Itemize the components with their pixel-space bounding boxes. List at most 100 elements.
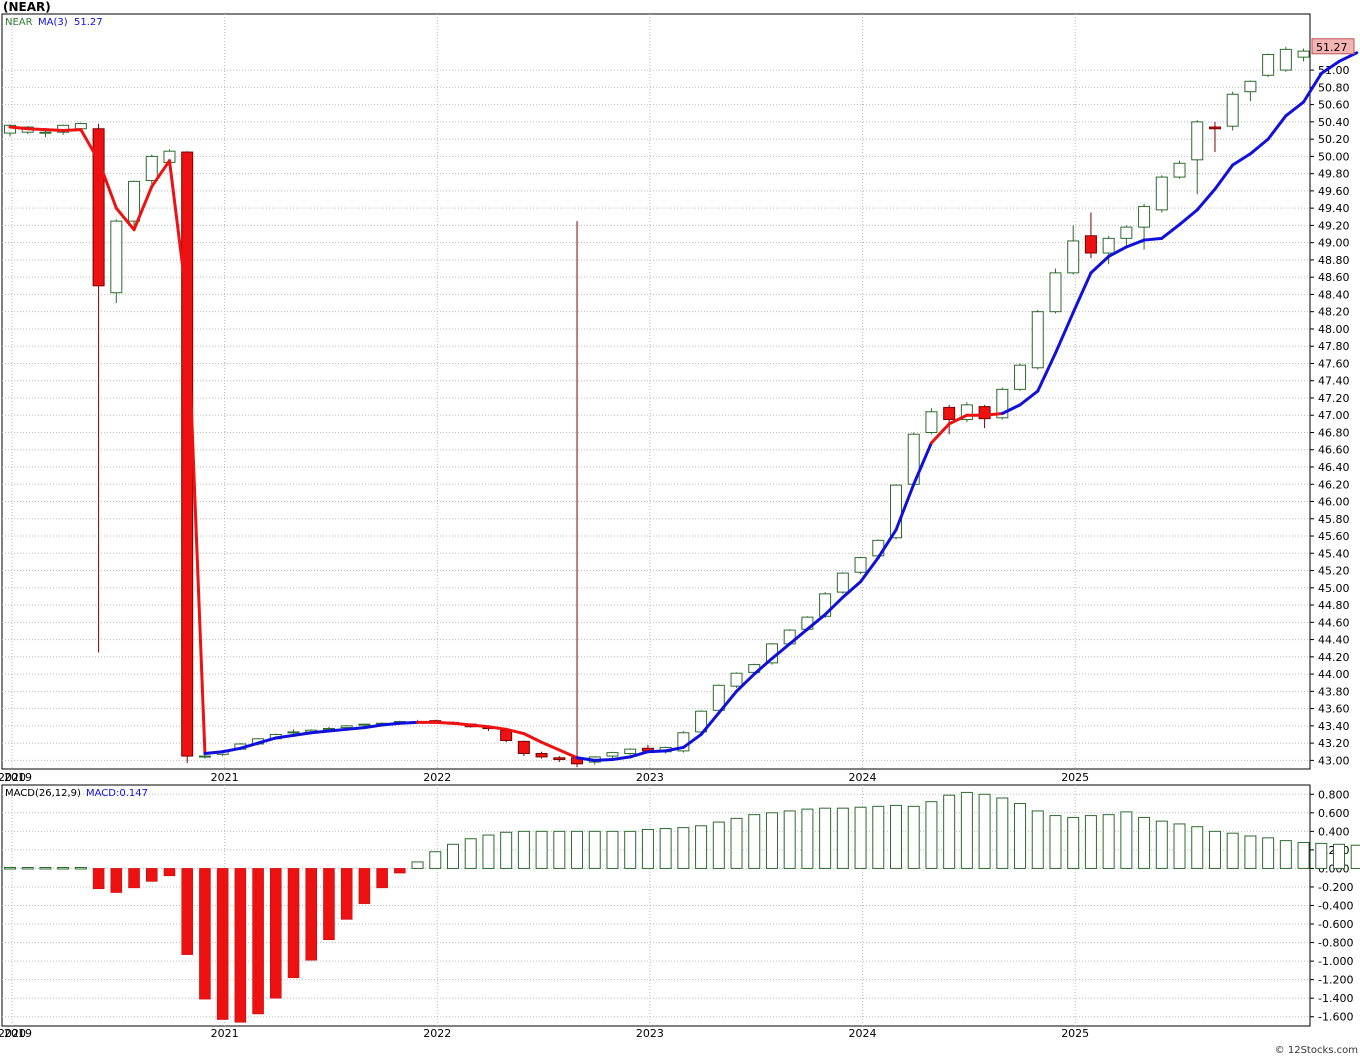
macd-bar (925, 801, 938, 869)
macd-x-label: 2025 (1061, 1027, 1089, 1040)
macd-bar (819, 807, 832, 869)
candle-body (1173, 162, 1186, 178)
ma-segment (380, 721, 402, 727)
macd-bar (146, 868, 158, 882)
price-tick-label: 48.20 (1318, 306, 1350, 319)
price-tick-label: 46.40 (1318, 461, 1350, 474)
macd-bar (305, 868, 317, 961)
candle-body (1138, 205, 1151, 228)
macd-bar (677, 827, 690, 869)
macd-bar (57, 866, 70, 870)
price-x-label: 2024 (849, 771, 877, 784)
price-legend: NEAR MA(3) 51.27 (5, 17, 103, 28)
macd-x-label: 2022 (423, 1027, 451, 1040)
candle-body (943, 406, 956, 421)
macd-bar (748, 814, 761, 869)
macd-bar (1350, 844, 1360, 869)
price-tick-label: 45.40 (1318, 547, 1350, 560)
candle (1279, 46, 1292, 72)
candle-body (606, 752, 619, 757)
macd-x-label: 2023 (636, 1027, 664, 1040)
price-tick-label: 46.80 (1318, 426, 1350, 439)
macd-bar (695, 825, 708, 869)
macd-tick-label: -0.800 (1318, 937, 1353, 950)
candle-body (39, 131, 52, 134)
price-tick-label: 44.80 (1318, 599, 1350, 612)
macd-bar (1014, 803, 1027, 869)
price-tick-label: 44.00 (1318, 668, 1350, 681)
macd-bar (712, 821, 725, 869)
price-tick-label: 48.60 (1318, 271, 1350, 284)
candle (960, 402, 973, 423)
macd-bar (1031, 810, 1044, 869)
macd-bar (765, 812, 778, 869)
candle-body (925, 411, 938, 433)
price-tick-label: 46.60 (1318, 444, 1350, 457)
macd-bar (482, 834, 495, 869)
price-tick-label: 49.40 (1318, 202, 1350, 215)
candle-body (1031, 311, 1044, 369)
candle-body (624, 748, 637, 754)
price-tick-label: 50.80 (1318, 81, 1350, 94)
candle (1049, 268, 1062, 314)
price-tick-label: 43.20 (1318, 737, 1350, 750)
macd-bar (376, 868, 388, 889)
price-x-label: 2021 (211, 771, 239, 784)
macd-bar (801, 808, 814, 869)
price-x-axis: 20192020 2021 2022 2023 2024 2025 (0, 768, 1310, 784)
macd-bar (340, 868, 353, 920)
price-x-label: 2022 (423, 771, 451, 784)
price-plot-area (1, 13, 1311, 770)
macd-bar (1262, 837, 1275, 869)
ma-segment (26, 127, 47, 132)
ma-segment (43, 128, 65, 132)
price-tick-label: 48.80 (1318, 254, 1350, 267)
candle (517, 740, 530, 757)
macd-x-label: 2024 (849, 1027, 877, 1040)
price-tick-label: 47.80 (1318, 340, 1350, 353)
candle-body (978, 406, 991, 420)
macd-bar (1208, 830, 1221, 869)
candle-body (1297, 50, 1310, 58)
macd-bar (783, 810, 796, 869)
macd-bar (943, 794, 956, 869)
candle-body (145, 155, 158, 182)
macd-tick-label: -0.400 (1318, 900, 1353, 913)
candle-body (553, 757, 566, 761)
price-tick-label: 47.40 (1318, 375, 1350, 388)
candle-body (1014, 364, 1027, 390)
macd-bar (624, 830, 637, 869)
price-x-label: 2025 (1061, 771, 1089, 784)
candle-body (1067, 240, 1080, 274)
price-tick-label: 49.60 (1318, 185, 1350, 198)
price-tick-label: 44.20 (1318, 651, 1350, 664)
price-tick-label: 46.20 (1318, 478, 1350, 491)
macd-bar (4, 866, 16, 870)
macd-bar (74, 866, 87, 870)
macd-bar (588, 830, 601, 869)
macd-bar (234, 868, 247, 1023)
macd-bar (21, 866, 34, 870)
legend-ma-label: MA(3) (38, 17, 68, 28)
macd-bar (39, 866, 52, 870)
macd-bar (659, 828, 672, 869)
candle (1226, 91, 1239, 131)
macd-bar (1084, 815, 1097, 869)
candle-body (836, 572, 849, 593)
macd-bar (270, 868, 282, 999)
price-tick-label: 45.80 (1318, 513, 1350, 526)
price-tick-label: 47.60 (1318, 357, 1350, 370)
candle-body (1049, 272, 1062, 313)
macd-bar (553, 830, 566, 869)
price-tick-label: 47.20 (1318, 392, 1350, 405)
macd-bar (1067, 816, 1080, 869)
macd-bar (1102, 814, 1115, 869)
candle-body (181, 151, 194, 757)
macd-x-label: 2021 (211, 1027, 239, 1040)
watermark: © 12Stocks.com (1274, 1045, 1358, 1056)
ma-segment (1142, 236, 1164, 242)
macd-tick-label: 0.600 (1318, 807, 1350, 820)
ma-segment (345, 726, 366, 731)
candle (854, 556, 867, 574)
price-tick-label: 44.60 (1318, 616, 1350, 629)
